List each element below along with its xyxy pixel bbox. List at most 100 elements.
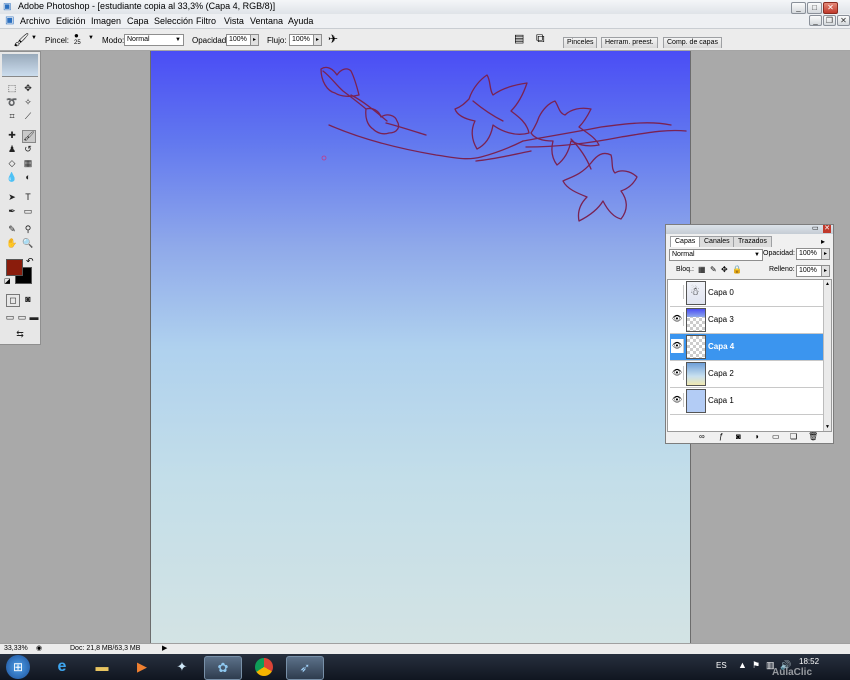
eye-icon[interactable]: 👁 [671, 393, 684, 407]
zoom-level[interactable]: 33,33% [4, 645, 28, 652]
menu-archivo[interactable]: Archivo [20, 16, 50, 26]
lock-transparency-icon[interactable]: ▦ [698, 265, 706, 274]
layer-row-capa-3[interactable]: 👁 Capa 3 [670, 307, 823, 334]
history-brush-icon[interactable]: ↺ [22, 144, 34, 155]
jump-to-imageready-icon[interactable]: ⇆ [6, 329, 34, 340]
menu-ventana[interactable]: Ventana [250, 16, 283, 26]
status-menu-arrow-icon[interactable]: ▶ [162, 644, 167, 652]
fill-input[interactable]: 100% [796, 265, 822, 277]
palette-well-icon[interactable]: ⧉ [536, 31, 545, 46]
clock[interactable]: 18:52 [799, 657, 819, 666]
screen-mode-full-menu-icon[interactable]: ▭ [16, 312, 28, 323]
brush-tool-icon[interactable]: 🖌 [22, 130, 36, 143]
layer-name[interactable]: Capa 2 [708, 369, 734, 378]
standard-mode-icon[interactable]: ◻ [6, 294, 20, 307]
lock-position-icon[interactable]: ✥ [721, 265, 728, 274]
layer-name[interactable]: Capa 0 [708, 288, 734, 297]
flow-slider-button[interactable]: ▸ [313, 34, 322, 46]
screen-mode-standard-icon[interactable]: ▭ [4, 312, 16, 323]
swap-colors-icon[interactable]: ↶ [26, 256, 34, 267]
menu-seleccion[interactable]: Selección [154, 16, 193, 26]
layer-row-capa-2[interactable]: 👁 Capa 2 [670, 361, 823, 388]
opacity-input[interactable]: 100% [226, 34, 252, 46]
layer-opacity-input[interactable]: 100% [796, 248, 822, 260]
layer-row-capa-0[interactable]: ☃ Capa 0 [670, 280, 823, 307]
lasso-tool-icon[interactable]: ➰ [6, 97, 18, 108]
photoshop-taskbar-button[interactable]: ✿ [204, 656, 242, 680]
doc-close-button[interactable]: ✕ [837, 15, 850, 26]
default-colors-icon[interactable]: ◪ [4, 277, 11, 285]
eraser-tool-icon[interactable]: ◇ [6, 158, 18, 169]
brush-dropdown-icon[interactable]: ▼ [88, 35, 94, 41]
layers-scrollbar[interactable]: ▲ ▼ [823, 280, 831, 431]
airbrush-icon[interactable]: ✈ [328, 32, 338, 46]
layers-panel-titlebar[interactable]: ▭ ✕ [666, 225, 833, 234]
layer-name[interactable]: Capa 4 [708, 342, 734, 351]
move-tool-icon[interactable]: ✥ [22, 83, 34, 94]
layer-opacity-slider-button[interactable]: ▸ [821, 248, 830, 260]
photoshop-feather-icon[interactable] [2, 54, 38, 77]
fill-slider-button[interactable]: ▸ [821, 265, 830, 277]
brush-tool-preset-icon[interactable]: 🖌 [13, 32, 30, 48]
healing-brush-icon[interactable]: ✚ [6, 130, 18, 141]
lock-pixels-icon[interactable]: ✎ [710, 265, 717, 274]
chrome-taskbar-icon[interactable] [246, 656, 282, 678]
pen-tool-icon[interactable]: ✒ [6, 206, 18, 217]
lock-all-icon[interactable]: 🔒 [732, 265, 742, 274]
document-icon[interactable]: ▣ [5, 15, 14, 26]
well-tab-layer-comps[interactable]: Comp. de capas [663, 37, 722, 48]
feather-taskbar-button[interactable]: ➶ [286, 656, 324, 680]
menu-filtro[interactable]: Filtro [196, 16, 216, 26]
menu-edicion[interactable]: Edición [56, 16, 86, 26]
marquee-tool-icon[interactable]: ⬚ [6, 83, 18, 94]
well-tab-brushes[interactable]: Pinceles [563, 37, 598, 48]
link-layers-icon[interactable]: ∞ [699, 432, 705, 441]
eye-icon[interactable]: 👁 [671, 339, 684, 353]
eye-icon[interactable]: 👁 [671, 366, 684, 380]
dodge-tool-icon[interactable]: ◐ [22, 172, 34, 183]
panel-close-icon[interactable]: ✕ [823, 225, 831, 233]
menu-vista[interactable]: Vista [224, 16, 244, 26]
type-tool-icon[interactable]: T [22, 192, 34, 203]
blend-mode-select[interactable]: Normal ▼ [669, 249, 763, 261]
layer-mask-icon[interactable]: ◙ [736, 432, 741, 441]
layer-style-icon[interactable]: ƒ [719, 432, 723, 441]
eyedropper-icon[interactable]: ⚲ [22, 224, 34, 235]
gradient-tool-icon[interactable]: ▦ [22, 158, 34, 169]
preset-dropdown-icon[interactable]: ▼ [31, 35, 37, 41]
maximize-button[interactable]: □ [807, 2, 822, 14]
menu-capa[interactable]: Capa [127, 16, 149, 26]
language-indicator[interactable]: ES [716, 661, 727, 670]
zoom-tool-icon[interactable]: 🔍 [22, 238, 34, 249]
path-selection-icon[interactable]: ➤ [6, 192, 18, 203]
crop-tool-icon[interactable]: ⌗ [6, 111, 18, 122]
well-tab-tool-presets[interactable]: Herram. preest. [601, 37, 658, 48]
layer-row-capa-4[interactable]: 👁 Capa 4 [670, 334, 823, 361]
visibility-toggle[interactable] [671, 285, 684, 299]
start-button[interactable]: ⊞ [6, 655, 30, 679]
tab-channels[interactable]: Canales [699, 236, 735, 247]
blur-tool-icon[interactable]: 💧 [6, 172, 18, 183]
brush-dot-icon[interactable]: ● [74, 31, 79, 40]
foreground-color-swatch[interactable] [6, 259, 23, 276]
app-taskbar-icon[interactable]: ✦ [164, 656, 200, 678]
ie-taskbar-icon[interactable]: e [44, 656, 80, 678]
panel-menu-icon[interactable]: ▸ [821, 237, 825, 246]
hand-tool-icon[interactable]: ✋ [6, 238, 18, 249]
delete-layer-icon[interactable]: 🗑 [808, 432, 818, 441]
media-player-taskbar-icon[interactable]: ▶ [124, 656, 160, 678]
doc-restore-button[interactable]: ❐ [823, 15, 836, 26]
scroll-down-icon[interactable]: ▼ [825, 424, 830, 430]
tab-paths[interactable]: Trazados [733, 236, 772, 247]
menu-imagen[interactable]: Imagen [91, 16, 121, 26]
tab-layers[interactable]: Capas [670, 236, 701, 247]
notes-tool-icon[interactable]: ✎ [6, 224, 18, 235]
layer-name[interactable]: Capa 3 [708, 315, 734, 324]
layer-row-capa-1[interactable]: 👁 Capa 1 [670, 388, 823, 415]
clone-stamp-icon[interactable]: ♟ [6, 144, 18, 155]
slice-tool-icon[interactable]: ⟋ [22, 111, 34, 122]
tray-expand-icon[interactable]: ▲ [738, 660, 747, 670]
opacity-slider-button[interactable]: ▸ [250, 34, 259, 46]
shape-tool-icon[interactable]: ▭ [22, 206, 34, 217]
panel-minimize-icon[interactable]: ▭ [812, 225, 819, 233]
